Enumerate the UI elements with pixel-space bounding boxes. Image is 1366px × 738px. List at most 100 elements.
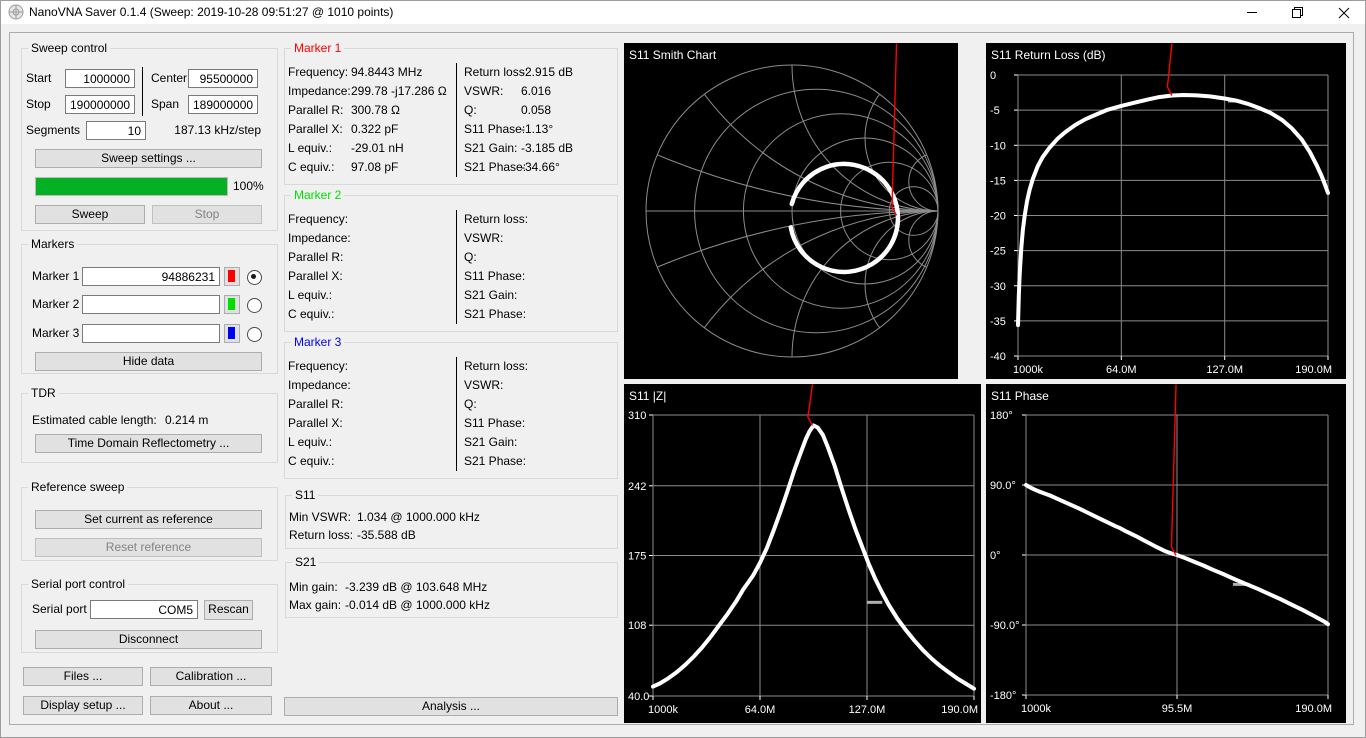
svg-text:242: 242 bbox=[628, 481, 646, 493]
svg-text:95.5M: 95.5M bbox=[1162, 703, 1193, 715]
svg-text:-180°: -180° bbox=[990, 690, 1016, 702]
display-setup-button[interactable]: Display setup ... bbox=[23, 696, 143, 715]
cable-length-label: Estimated cable length: bbox=[32, 413, 157, 427]
svg-text:1000k: 1000k bbox=[1021, 703, 1051, 715]
marker-field-row: Q: bbox=[464, 395, 616, 414]
field-label: Q: bbox=[464, 250, 477, 264]
disconnect-button[interactable]: Disconnect bbox=[35, 630, 262, 649]
marker-field-row: C equiv.: 97.08 pF bbox=[288, 158, 456, 177]
field-label: S21 Gain: bbox=[464, 288, 518, 302]
field-label: Impedance: bbox=[288, 231, 351, 245]
sweep-button[interactable]: Sweep bbox=[35, 205, 145, 224]
step-size-text: 187.13 kHz/step bbox=[174, 123, 261, 137]
field-label: Q: bbox=[464, 103, 477, 117]
segments-input[interactable] bbox=[86, 121, 146, 140]
s21-summary-panel: S21 Min gain: -3.239 dB @ 103.648 MHz Ma… bbox=[285, 555, 618, 618]
field-label: VSWR: bbox=[464, 84, 504, 98]
marker-2-color-swatch bbox=[228, 298, 235, 310]
svg-text:-40: -40 bbox=[990, 351, 1006, 363]
s11-return-loss-chart[interactable]: 0 -5 -10 -15 -20 -25 -30 -35 -40 1000k 64.0M 127.0M… bbox=[986, 43, 1346, 379]
marker-field-row: S21 Gain: bbox=[464, 433, 616, 452]
field-label: Frequency: bbox=[288, 65, 349, 79]
marker-field-row: S21 Phase: -34.66° bbox=[464, 158, 616, 177]
marker-field-row: Parallel X: bbox=[288, 267, 456, 286]
marker-2-color-button[interactable] bbox=[224, 295, 240, 314]
marker-field-row: C equiv.: bbox=[288, 452, 456, 471]
svg-text:310: 310 bbox=[628, 410, 646, 422]
field-label: Parallel R: bbox=[288, 103, 344, 117]
rescan-button[interactable]: Rescan bbox=[204, 600, 253, 620]
markers-panel: Markers Marker 1 Marker 2 Marker 3 Hide … bbox=[21, 237, 278, 374]
field-label: S11 Phase: bbox=[464, 416, 526, 430]
restore-icon bbox=[1292, 6, 1303, 18]
serial-port-title: Serial port control bbox=[28, 577, 129, 592]
s11-smith-chart[interactable]: S11 Smith Chart bbox=[624, 43, 958, 379]
marker-3-color-button[interactable] bbox=[224, 324, 240, 343]
marker-3-data-panel: Marker 3 Frequency: Impedance: Parallel R: P… bbox=[284, 335, 618, 479]
s11-phase-chart[interactable]: 180° 90.0° 0° -90.0° -180° 1000k 95.5M 190.0M S1… bbox=[986, 384, 1346, 723]
set-reference-button[interactable]: Set current as reference bbox=[35, 510, 262, 529]
marker-3-input[interactable] bbox=[82, 324, 220, 343]
analysis-button[interactable]: Analysis ... bbox=[284, 697, 618, 716]
calibration-button[interactable]: Calibration ... bbox=[150, 667, 272, 686]
svg-text:S11 Return Loss (dB): S11 Return Loss (dB) bbox=[991, 48, 1106, 62]
marker-1-label: Marker 1 bbox=[32, 269, 80, 283]
marker-1-focus-radio[interactable] bbox=[247, 270, 262, 285]
center-input[interactable] bbox=[188, 69, 258, 88]
field-label: C equiv.: bbox=[288, 160, 335, 174]
marker-2-input[interactable] bbox=[82, 295, 220, 314]
minimize-button[interactable] bbox=[1229, 1, 1275, 24]
field-label: Parallel X: bbox=[288, 416, 343, 430]
marker-3-focus-radio[interactable] bbox=[247, 327, 262, 342]
marker-field-row: Frequency: bbox=[288, 357, 456, 376]
reset-reference-button: Reset reference bbox=[35, 538, 262, 557]
marker-field-row: Parallel R: bbox=[288, 395, 456, 414]
marker-2-data-panel: Marker 2 Frequency: Impedance: Parallel R: P… bbox=[284, 188, 618, 332]
svg-text:S11 |Z|: S11 |Z| bbox=[629, 389, 666, 403]
field-label: Frequency: bbox=[288, 212, 349, 226]
marker-field-row: Impedance: 299.78 -j17.286 Ω bbox=[288, 82, 456, 101]
s21-min-gain-row: Min gain: -3.239 dB @ 103.648 MHz bbox=[289, 580, 488, 594]
field-label: Parallel R: bbox=[288, 397, 344, 411]
about-button[interactable]: About ... bbox=[150, 696, 272, 715]
marker-field-row: S21 Gain: bbox=[464, 286, 616, 305]
marker-field-row: Parallel X: bbox=[288, 414, 456, 433]
marker-field-row: S11 Phase: -1.13° bbox=[464, 120, 616, 139]
marker-field-row: L equiv.: bbox=[288, 433, 456, 452]
cable-length-value: 0.214 m bbox=[165, 413, 209, 427]
svg-text:-10: -10 bbox=[990, 140, 1006, 152]
tdr-button[interactable]: Time Domain Reflectometry ... bbox=[35, 434, 262, 453]
field-label: Parallel R: bbox=[288, 250, 344, 264]
field-label: Impedance: bbox=[288, 84, 351, 98]
start-input[interactable] bbox=[65, 69, 135, 88]
field-label: S11 Phase: bbox=[464, 269, 526, 283]
s11-z-magnitude-chart[interactable]: 310 242 175 108 40.01000k 64.0M 127.0M 190.0M S1… bbox=[624, 384, 981, 723]
serial-port-input[interactable] bbox=[90, 600, 198, 619]
restore-button[interactable] bbox=[1275, 1, 1321, 24]
sweep-settings-button[interactable]: Sweep settings ... bbox=[35, 149, 262, 168]
marker-3-label: Marker 3 bbox=[32, 326, 80, 340]
marker-1-color-button[interactable] bbox=[224, 267, 240, 286]
svg-text:108: 108 bbox=[628, 620, 646, 632]
hide-data-button[interactable]: Hide data bbox=[35, 352, 262, 371]
field-label: Return loss: bbox=[464, 212, 529, 226]
marker-2-focus-radio[interactable] bbox=[247, 298, 262, 313]
close-button[interactable] bbox=[1321, 1, 1365, 24]
marker-field-row: Parallel R: bbox=[288, 248, 456, 267]
field-value: 94.8443 MHz bbox=[351, 65, 423, 79]
stop-input[interactable] bbox=[65, 95, 135, 114]
svg-text:0: 0 bbox=[990, 70, 996, 82]
marker-data-title: Marker 1 bbox=[291, 41, 345, 56]
marker-field-row: Return loss: bbox=[464, 357, 616, 376]
marker-field-row: S21 Phase: bbox=[464, 452, 616, 471]
svg-text:175: 175 bbox=[628, 551, 646, 563]
span-input[interactable] bbox=[188, 95, 258, 114]
marker-1-input[interactable] bbox=[82, 267, 220, 286]
files-button[interactable]: Files ... bbox=[23, 667, 143, 686]
svg-text:64.0M: 64.0M bbox=[745, 704, 776, 716]
field-value: 6.016 bbox=[521, 84, 552, 98]
marker-field-row: S11 Phase: bbox=[464, 414, 616, 433]
svg-text:S11 Smith Chart: S11 Smith Chart bbox=[629, 48, 717, 62]
stop-label: Stop bbox=[26, 97, 51, 111]
svg-text:127.0M: 127.0M bbox=[1206, 364, 1243, 376]
